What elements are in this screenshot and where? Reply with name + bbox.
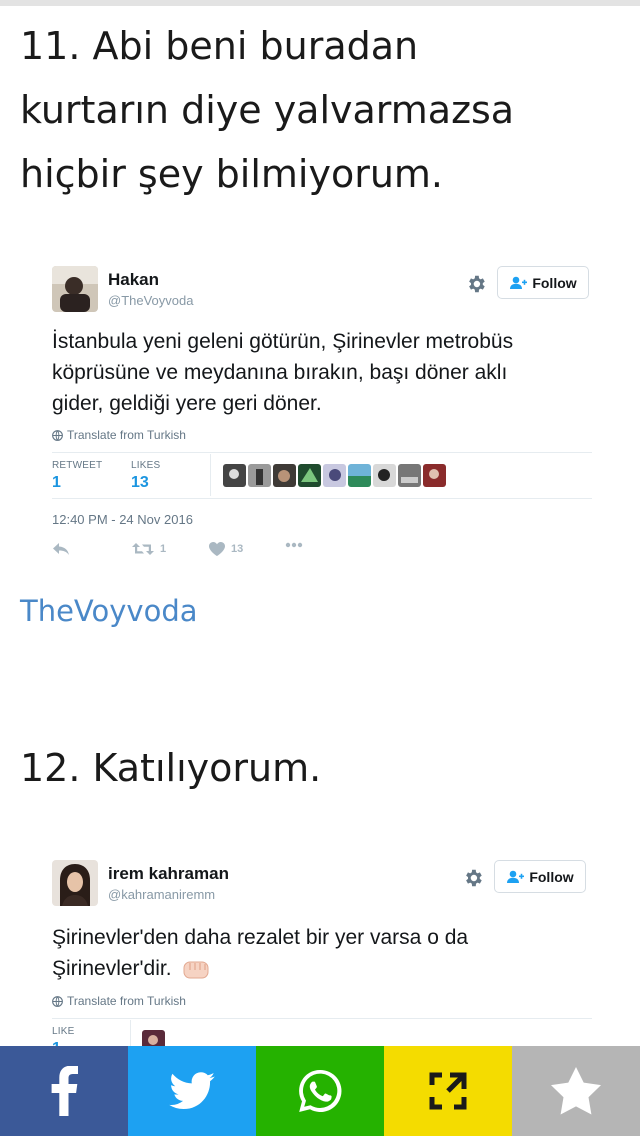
reply-button[interactable] (52, 542, 70, 556)
follow-label: Follow (532, 274, 577, 291)
share-expand-button[interactable] (384, 1046, 512, 1136)
avatar[interactable] (52, 266, 98, 312)
globe-icon (52, 995, 63, 1007)
item-heading: 12. Katılıyorum. (20, 736, 620, 800)
tweet-text: İstanbula yeni geleni götürün, Şirinevle… (52, 326, 597, 419)
divider (52, 452, 592, 453)
likes-count[interactable]: 13 (131, 474, 149, 492)
tweet-timestamp[interactable]: 12:40 PM - 24 Nov 2016 (52, 512, 193, 527)
divider (52, 1018, 592, 1019)
more-button[interactable] (285, 542, 303, 548)
liker-avatar[interactable] (323, 464, 346, 487)
follow-label: Follow (529, 868, 574, 885)
like-action-count: 13 (231, 543, 244, 555)
share-expand-icon (429, 1072, 467, 1110)
twitter-icon (169, 1072, 215, 1110)
gear-icon[interactable] (465, 273, 487, 295)
translate-link[interactable]: Translate from Turkish (52, 428, 186, 442)
stats-separator (210, 454, 211, 496)
stats-separator (130, 1020, 131, 1046)
globe-icon (52, 429, 63, 441)
tweet-author-handle[interactable]: @kahramaniremm (108, 887, 215, 902)
facebook-share-button[interactable] (0, 1046, 128, 1136)
tweet-author-handle[interactable]: @TheVoyvoda (108, 293, 193, 308)
heading-line: kurtarın diye yalvarmazsa (20, 88, 515, 132)
top-divider (0, 0, 640, 6)
tweet-author-name[interactable]: irem kahraman (108, 864, 229, 884)
reply-icon (53, 543, 69, 555)
retweets-label: RETWEET (52, 460, 103, 471)
whatsapp-icon (299, 1069, 342, 1112)
tweet-text-line: İstanbula yeni geleni götürün, Şirinevle… (52, 330, 514, 353)
add-user-icon (507, 870, 525, 883)
follow-button[interactable]: Follow (494, 860, 586, 893)
translate-label: Translate from Turkish (67, 994, 186, 1008)
tweet-text-line: gider, geldiği yere geri döner. (52, 392, 322, 415)
like-button[interactable]: 13 (209, 542, 243, 556)
liker-avatar[interactable] (142, 1030, 165, 1046)
avatar[interactable] (52, 860, 98, 906)
liker-avatars (142, 1030, 165, 1046)
retweet-action-count: 1 (160, 543, 167, 555)
likes-label: LIKES (131, 460, 161, 471)
favorite-button[interactable] (512, 1046, 640, 1136)
add-user-icon (510, 276, 528, 289)
facebook-icon (51, 1066, 78, 1116)
liker-avatar[interactable] (423, 464, 446, 487)
tweet-text-line: Şirinevler'dir. (52, 953, 592, 984)
translate-link[interactable]: Translate from Turkish (52, 994, 186, 1008)
tweet-author-name[interactable]: Hakan (108, 270, 159, 290)
source-link[interactable]: TheVoyvoda (20, 594, 198, 628)
liker-avatar[interactable] (248, 464, 271, 487)
item-heading: 11. Abi beni buradan kurtarın diye yalva… (20, 14, 620, 206)
heading-line: hiçbir şey bilmiyorum. (20, 152, 444, 196)
heading-line: 12. Katılıyorum. (20, 746, 322, 790)
tweet-text-line-content: Şirinevler'dir. (52, 957, 172, 980)
liker-avatar[interactable] (273, 464, 296, 487)
likes-label: LIKE (52, 1026, 75, 1037)
gear-icon[interactable] (462, 867, 484, 889)
liker-avatar[interactable] (223, 464, 246, 487)
twitter-share-button[interactable] (128, 1046, 256, 1136)
more-dots-icon (285, 542, 303, 548)
embedded-tweet: irem kahraman @kahramaniremm Follow Şiri… (52, 860, 592, 1046)
liker-avatar[interactable] (348, 464, 371, 487)
divider (52, 498, 592, 499)
tweet-text: Şirinevler'den daha rezalet bir yer vars… (52, 922, 592, 984)
star-icon (551, 1067, 601, 1115)
fist-emoji-icon (183, 961, 209, 978)
embedded-tweet: Hakan @TheVoyvoda Follow İstanbula yeni … (52, 266, 592, 566)
retweets-count[interactable]: 1 (52, 474, 61, 492)
heart-icon (209, 542, 225, 556)
whatsapp-share-button[interactable] (256, 1046, 384, 1136)
follow-button[interactable]: Follow (497, 266, 589, 299)
liker-avatar[interactable] (398, 464, 421, 487)
share-bar (0, 1046, 640, 1136)
tweet-text-line: Şirinevler'den daha rezalet bir yer vars… (52, 926, 469, 949)
liker-avatar[interactable] (298, 464, 321, 487)
liker-avatar[interactable] (373, 464, 396, 487)
translate-label: Translate from Turkish (67, 428, 186, 442)
retweet-button[interactable]: 1 (132, 542, 166, 556)
tweet-text-line: köprüsüne ve meydanına bırakın, başı dön… (52, 361, 508, 384)
heading-line: 11. Abi beni buradan (20, 24, 419, 68)
retweet-icon (132, 543, 154, 555)
liker-avatars (223, 464, 446, 487)
